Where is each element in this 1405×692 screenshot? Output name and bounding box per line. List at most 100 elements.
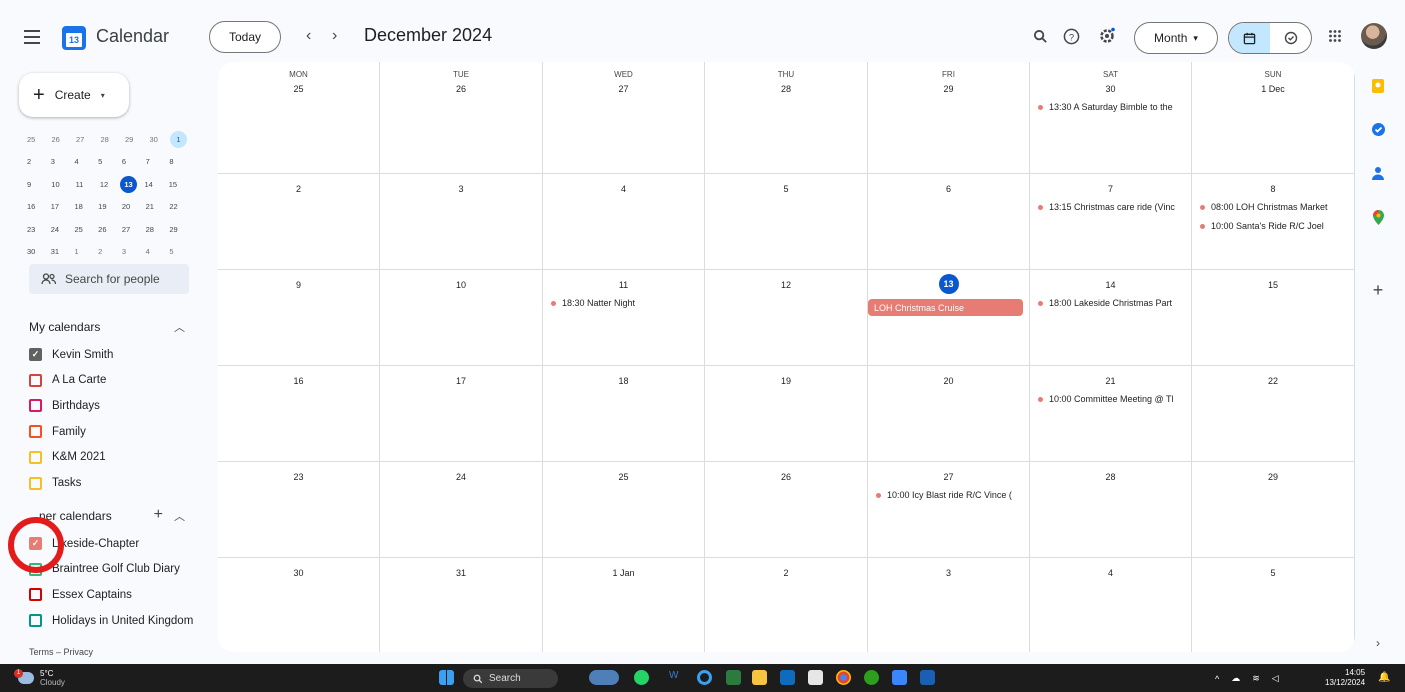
mini-calendar-day[interactable]: 28 — [146, 225, 170, 234]
day-cell[interactable]: 31 — [380, 558, 543, 652]
system-clock[interactable]: 14:05 13/12/2024 — [1325, 668, 1365, 688]
day-cell[interactable]: 12 — [705, 270, 868, 366]
mini-calendar-day[interactable]: 2 — [98, 247, 122, 256]
account-avatar[interactable] — [1361, 23, 1387, 49]
calendar-list-item[interactable]: Birthdays — [29, 399, 100, 413]
day-number[interactable]: 3 — [868, 568, 1029, 578]
day-cell[interactable]: 16 — [218, 366, 380, 462]
mini-calendar-day[interactable]: 15 — [169, 180, 193, 189]
volume-icon[interactable]: ◁ — [1272, 673, 1279, 684]
day-cell[interactable]: MON 25 — [218, 62, 380, 174]
day-number[interactable]: 9 — [218, 280, 379, 290]
mini-calendar-day[interactable]: 2 — [27, 157, 51, 166]
checkbox[interactable] — [29, 450, 42, 464]
checkbox[interactable] — [29, 476, 42, 490]
day-cell[interactable]: THU 28 — [705, 62, 868, 174]
tasks-icon[interactable] — [1370, 121, 1386, 137]
day-number[interactable]: 15 — [1192, 280, 1354, 290]
day-number[interactable]: 5 — [705, 184, 867, 194]
notification-bell-icon[interactable]: 🔔 — [1378, 672, 1390, 683]
day-cell[interactable]: 14 18:00 Lakeside Christmas Part — [1030, 270, 1192, 366]
day-number[interactable]: 19 — [705, 376, 867, 386]
day-cell[interactable]: 22 — [1192, 366, 1355, 462]
day-number[interactable]: 3 — [380, 184, 542, 194]
day-number[interactable]: 25 — [543, 472, 704, 482]
day-cell[interactable]: 3 — [380, 174, 543, 270]
calendar-list-item[interactable]: Essex Captains — [29, 588, 132, 602]
day-number[interactable]: 27 — [543, 84, 704, 94]
day-cell[interactable]: 3 — [868, 558, 1030, 652]
day-cell[interactable]: 4 — [543, 174, 705, 270]
chrome-icon[interactable] — [836, 670, 851, 685]
other-calendars-header[interactable]: ner calendars + ︿ — [29, 506, 189, 524]
day-number[interactable]: 14 — [1030, 280, 1191, 290]
day-cell[interactable]: 1 Jan — [543, 558, 705, 652]
day-cell[interactable]: 23 — [218, 462, 380, 558]
calendar-list-item[interactable]: ✓ Kevin Smith — [29, 348, 113, 361]
mini-calendar-day[interactable]: 23 — [27, 225, 51, 234]
calendar-event[interactable]: 10:00 Committee Meeting @ Tl — [1036, 392, 1185, 406]
day-number[interactable]: 1 Dec — [1192, 84, 1354, 94]
wifi-icon[interactable]: ≋ — [1252, 673, 1260, 684]
mini-calendar-day[interactable]: 28 — [101, 135, 126, 144]
system-tray[interactable]: ^ ☁ ≋ ◁ — [1215, 673, 1279, 684]
day-number[interactable]: 10 — [380, 280, 542, 290]
mini-calendar-day[interactable]: 9 — [27, 180, 51, 189]
chevron-up-icon[interactable]: ︿ — [174, 508, 185, 524]
calendar-list-item[interactable]: Tasks — [29, 476, 81, 490]
calendar-event[interactable]: 10:00 Icy Blast ride R/C Vince ( — [874, 488, 1023, 502]
snipping-tool-icon[interactable] — [808, 670, 823, 685]
mini-calendar-day[interactable]: 21 — [146, 202, 170, 211]
chevron-right-icon[interactable]: › — [1370, 635, 1386, 651]
calendar-event[interactable]: 08:00 LOH Christmas Market — [1198, 200, 1348, 214]
windows-start-icon[interactable] — [439, 670, 454, 685]
mini-calendar-day[interactable]: 13 — [120, 175, 137, 193]
day-cell[interactable]: 27 10:00 Icy Blast ride R/C Vince ( — [868, 462, 1030, 558]
file-explorer-icon[interactable] — [752, 670, 767, 685]
day-cell[interactable]: 21 10:00 Committee Meeting @ Tl — [1030, 366, 1192, 462]
calculator-icon[interactable] — [726, 670, 741, 685]
mini-calendar-day[interactable]: 18 — [74, 202, 98, 211]
word-small-icon[interactable]: W — [669, 670, 684, 685]
maps-icon[interactable] — [1370, 209, 1386, 225]
mini-calendar-day[interactable]: 4 — [74, 157, 98, 166]
settings-gear-icon[interactable] — [1096, 25, 1118, 47]
mini-calendar-day[interactable]: 30 — [27, 247, 51, 256]
whatsapp-icon[interactable] — [634, 670, 649, 685]
search-people-input[interactable]: Search for people — [29, 264, 189, 294]
mini-calendar-day[interactable]: 31 — [51, 247, 75, 256]
quickbooks-icon[interactable] — [864, 670, 879, 685]
day-number[interactable]: 26 — [705, 472, 867, 482]
day-cell[interactable]: 9 — [218, 270, 380, 366]
mini-calendar-day[interactable]: 6 — [122, 157, 146, 166]
checkbox[interactable] — [29, 373, 42, 387]
day-cell[interactable]: 24 — [380, 462, 543, 558]
keep-icon[interactable] — [1370, 78, 1386, 94]
day-number[interactable]: 7 — [1030, 184, 1191, 194]
next-period-button[interactable]: › — [332, 27, 337, 45]
my-calendars-header[interactable]: My calendars ︿ — [29, 320, 189, 334]
calendar-list-item[interactable]: Family — [29, 425, 86, 439]
day-cell[interactable]: 2 — [705, 558, 868, 652]
day-number[interactable]: 22 — [1192, 376, 1354, 386]
day-number[interactable]: 4 — [1030, 568, 1191, 578]
day-cell[interactable]: FRI 29 — [868, 62, 1030, 174]
day-cell[interactable]: 15 — [1192, 270, 1355, 366]
chevron-up-icon[interactable]: ^ — [1215, 674, 1219, 684]
day-number[interactable]: 12 — [705, 280, 867, 290]
day-number[interactable]: 2 — [705, 568, 867, 578]
day-cell[interactable]: 25 — [543, 462, 705, 558]
mini-calendar-day[interactable]: 10 — [51, 180, 75, 189]
view-switcher-dropdown[interactable]: Month ▾ — [1134, 22, 1218, 54]
day-number[interactable]: 25 — [218, 84, 379, 94]
day-number[interactable]: 6 — [868, 184, 1029, 194]
day-number[interactable]: 28 — [705, 84, 867, 94]
mini-calendar-day[interactable]: 26 — [98, 225, 122, 234]
main-menu-icon[interactable] — [24, 27, 44, 47]
day-number[interactable]: 28 — [1030, 472, 1191, 482]
day-number[interactable]: 24 — [380, 472, 542, 482]
day-cell[interactable]: 17 — [380, 366, 543, 462]
checkbox[interactable] — [29, 425, 42, 439]
mini-calendar-day[interactable]: 27 — [122, 225, 146, 234]
day-cell[interactable]: 5 — [705, 174, 868, 270]
